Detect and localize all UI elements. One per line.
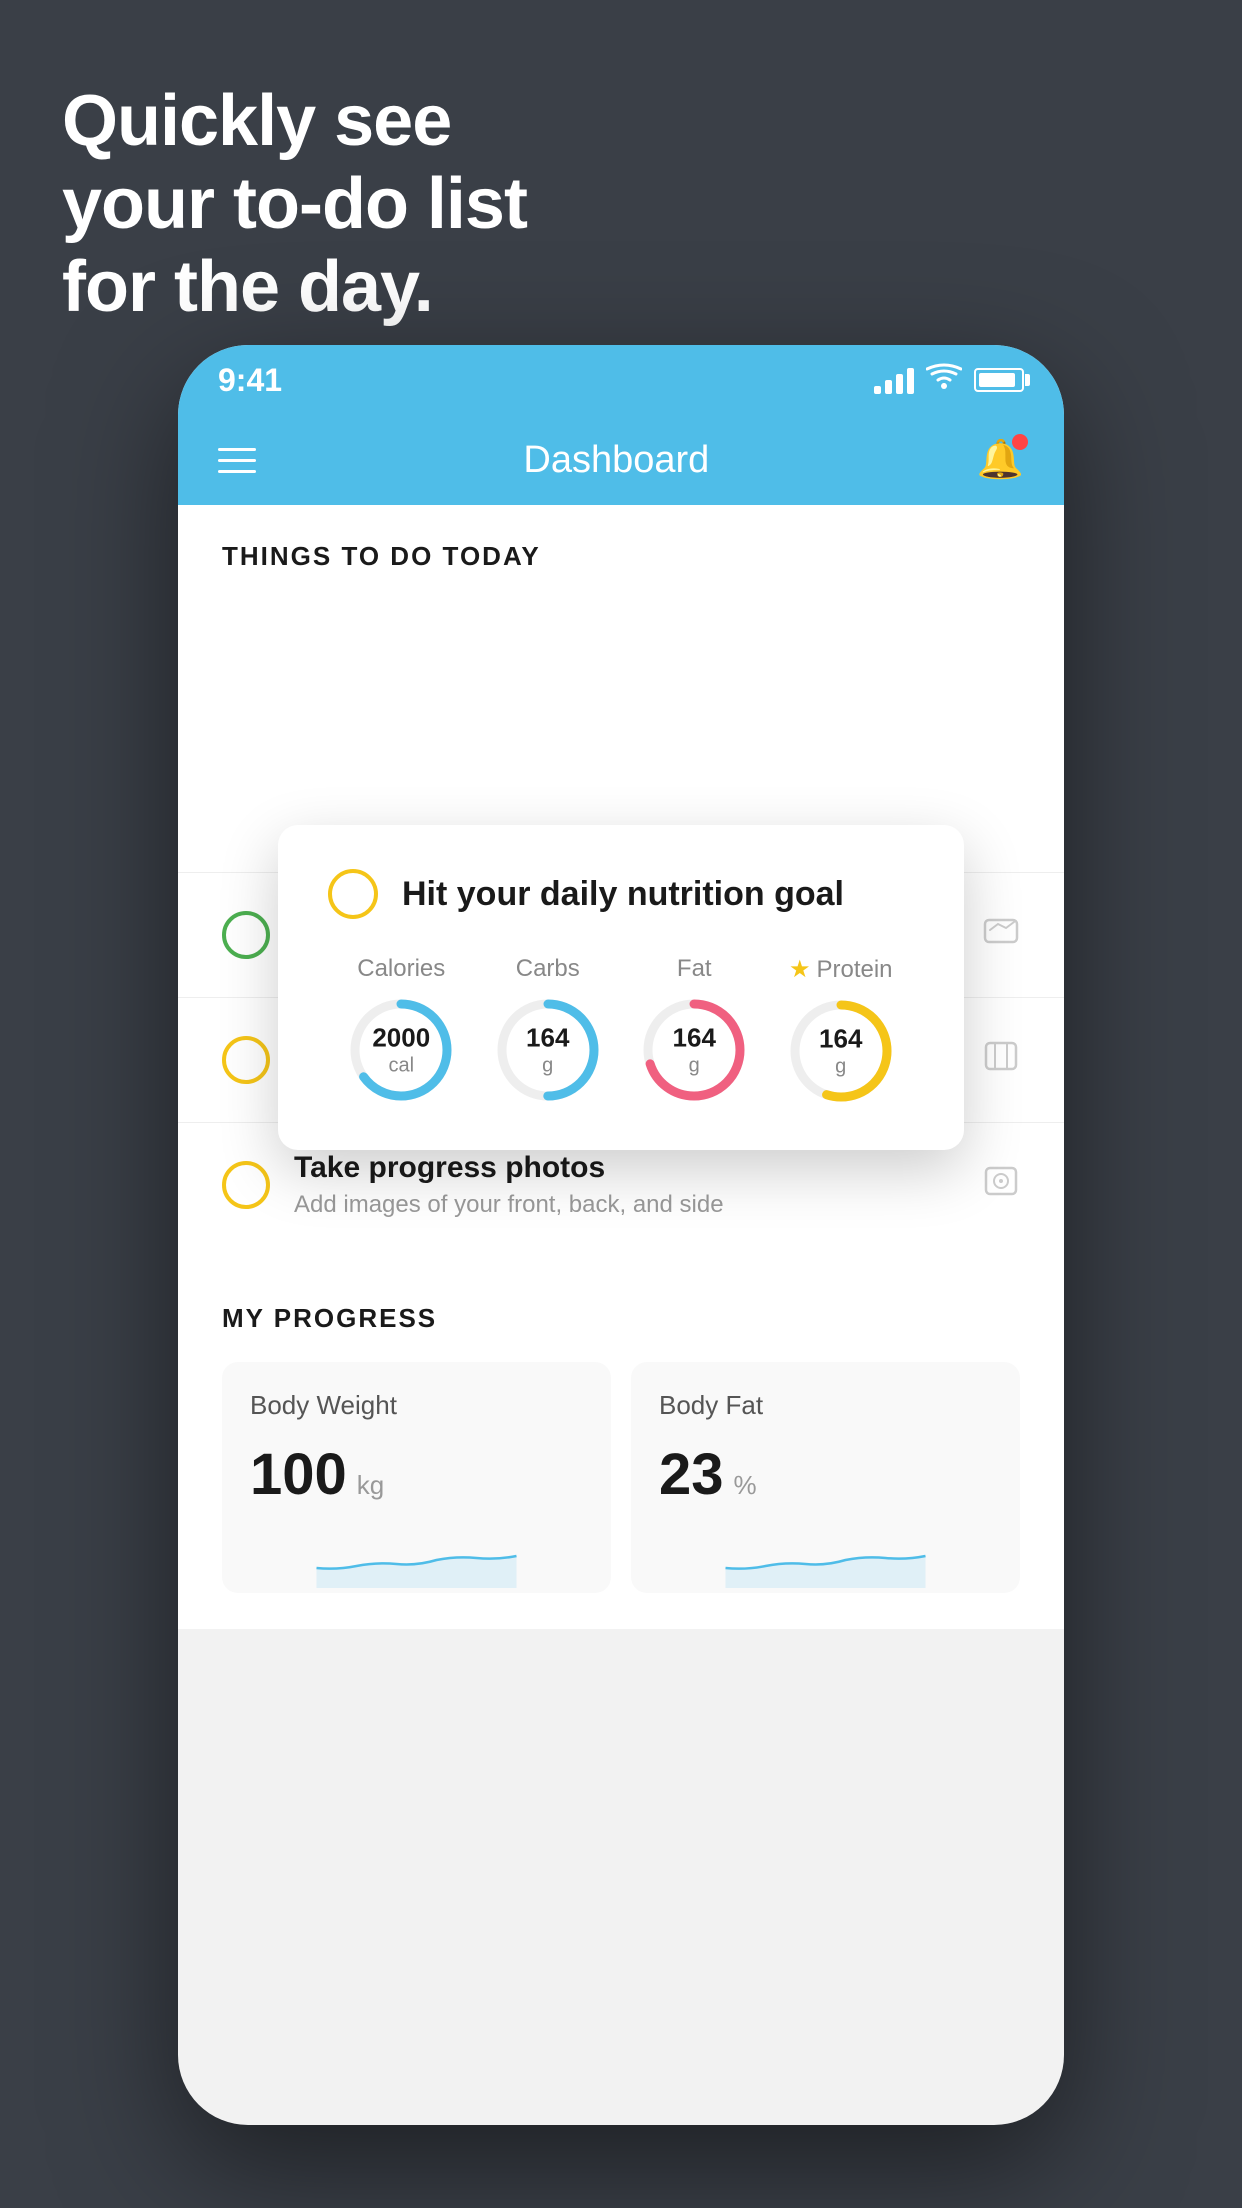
headline-line1: Quickly see xyxy=(62,80,527,163)
nutrition-label: ★ Protein xyxy=(789,955,893,984)
nutrition-ring: 164 g xyxy=(786,996,896,1106)
nutrition-ring: 2000 cal xyxy=(346,995,456,1105)
nutrition-label: Carbs xyxy=(516,955,580,983)
todo-subtitle: Add images of your front, back, and side xyxy=(294,1191,958,1219)
things-to-do-header: THINGS TO DO TODAY xyxy=(178,505,1064,592)
progress-value: 23 xyxy=(659,1441,724,1508)
progress-cards: Body Weight 100 kg Body Fat 23 % xyxy=(222,1362,1020,1593)
todo-title: Take progress photos xyxy=(294,1151,958,1185)
nutrition-ring: 164 g xyxy=(639,995,749,1105)
nutrition-card-title: Hit your daily nutrition goal xyxy=(402,875,844,914)
progress-value-row: 100 kg xyxy=(250,1441,583,1508)
nutrition-item: Carbs 164 g xyxy=(493,955,603,1105)
hamburger-menu[interactable] xyxy=(218,448,256,473)
todo-text: Take progress photos Add images of your … xyxy=(294,1151,958,1219)
sparkline-chart xyxy=(250,1528,583,1593)
nutrition-item: Calories 2000 cal xyxy=(346,955,456,1105)
progress-unit: % xyxy=(734,1470,757,1501)
status-bar: 9:41 xyxy=(178,345,1064,415)
todo-action-icon xyxy=(982,1162,1020,1209)
nutrition-label: Fat xyxy=(677,955,712,983)
headline-line3: for the day. xyxy=(62,246,527,329)
progress-value-row: 23 % xyxy=(659,1441,992,1508)
card-title-row: Hit your daily nutrition goal xyxy=(328,869,914,919)
headline: Quickly see your to-do list for the day. xyxy=(62,80,527,328)
nutrition-label: Calories xyxy=(357,955,445,983)
status-time: 9:41 xyxy=(218,362,282,399)
progress-unit: kg xyxy=(357,1470,384,1501)
nutrition-item: Fat 164 g xyxy=(639,955,749,1105)
todo-circle-radio[interactable] xyxy=(222,1161,270,1209)
content-area: THINGS TO DO TODAY Hit your daily nutrit… xyxy=(178,505,1064,1629)
nutrition-rings-row: Calories 2000 cal Carbs 164 g xyxy=(328,955,914,1106)
progress-card-title: Body Fat xyxy=(659,1390,992,1421)
signal-bars-icon xyxy=(874,366,914,394)
nutrition-ring: 164 g xyxy=(493,995,603,1105)
todo-circle-radio[interactable] xyxy=(222,1036,270,1084)
progress-card[interactable]: Body Fat 23 % xyxy=(631,1362,1020,1593)
nutrition-item: ★ Protein 164 g xyxy=(786,955,896,1106)
headline-line2: your to-do list xyxy=(62,163,527,246)
todo-circle-radio[interactable] xyxy=(222,911,270,959)
todo-action-icon xyxy=(982,912,1020,959)
status-icons xyxy=(874,363,1024,398)
battery-icon xyxy=(974,368,1024,392)
progress-card-title: Body Weight xyxy=(250,1390,583,1421)
star-icon: ★ xyxy=(789,955,811,984)
progress-card[interactable]: Body Weight 100 kg xyxy=(222,1362,611,1593)
sparkline-chart xyxy=(659,1528,992,1593)
notification-bell-icon[interactable]: 🔔 xyxy=(977,438,1024,482)
todo-action-icon xyxy=(982,1037,1020,1084)
progress-section: MY PROGRESS Body Weight 100 kg Body Fat … xyxy=(178,1267,1064,1629)
progress-section-header: MY PROGRESS xyxy=(222,1303,1020,1334)
wifi-icon xyxy=(926,363,962,398)
header-title: Dashboard xyxy=(523,439,709,482)
notification-dot xyxy=(1012,434,1028,450)
phone-mockup: 9:41 xyxy=(178,345,1064,2125)
nutrition-circle-radio[interactable] xyxy=(328,869,378,919)
progress-value: 100 xyxy=(250,1441,347,1508)
nutrition-card: Hit your daily nutrition goal Calories 2… xyxy=(278,825,964,1150)
app-header: Dashboard 🔔 xyxy=(178,415,1064,505)
